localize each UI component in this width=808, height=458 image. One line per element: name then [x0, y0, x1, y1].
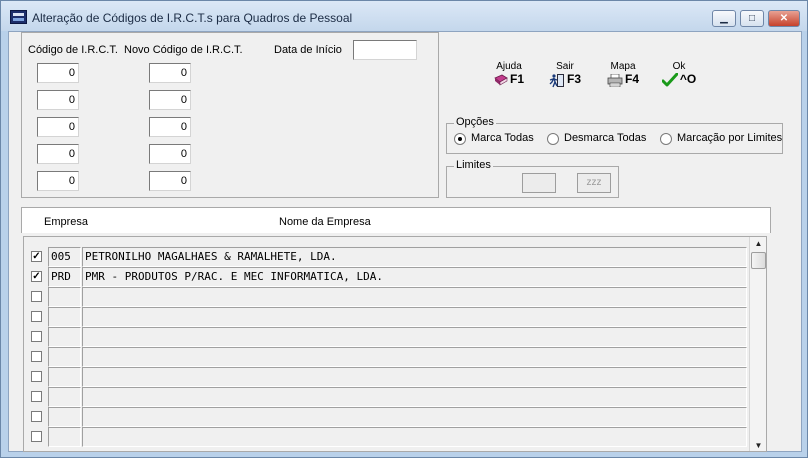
maximize-button[interactable]: □ — [740, 10, 764, 27]
window-title: Alteração de Códigos de I.R.C.T.s para Q… — [32, 11, 353, 25]
exit-label: Sair — [556, 61, 574, 72]
company-name-cell[interactable] — [82, 407, 747, 427]
company-code-cell[interactable] — [48, 287, 81, 307]
row-checkbox[interactable]: ✓ — [31, 251, 42, 262]
start-date-input[interactable] — [353, 40, 417, 60]
row-checkbox[interactable]: ✓ — [31, 271, 42, 282]
map-label: Mapa — [610, 61, 636, 72]
client-area: Código de I.R.C.T. Novo Código de I.R.C.… — [8, 31, 802, 452]
table-row[interactable] — [24, 287, 748, 307]
company-name-cell[interactable] — [82, 327, 747, 347]
checkmark-icon — [661, 73, 678, 87]
title-bar[interactable]: Alteração de Códigos de I.R.C.T.s para Q… — [1, 1, 807, 31]
start-date-label: Data de Início — [274, 44, 342, 56]
help-label: Ajuda — [496, 61, 522, 72]
company-code-cell[interactable] — [48, 387, 81, 407]
current-code-field-3[interactable]: 0 — [37, 117, 79, 137]
limit-from-input[interactable] — [522, 173, 556, 193]
help-key: F1 — [509, 72, 524, 86]
unmark-all-label[interactable]: Desmarca Todas — [564, 132, 646, 144]
company-code-cell[interactable] — [48, 307, 81, 327]
companies-grid-header: Empresa Nome da Empresa — [21, 207, 771, 233]
new-code-field-1[interactable]: 0 — [149, 63, 191, 83]
company-name-cell[interactable]: PETRONILHO MAGALHAES & RAMALHETE, LDA. — [82, 247, 747, 267]
mark-all-label[interactable]: Marca Todas — [471, 132, 534, 144]
company-column-header: Empresa — [44, 216, 89, 228]
close-button[interactable]: ✕ — [768, 10, 800, 27]
current-code-field-5[interactable]: 0 — [37, 171, 79, 191]
ok-label: Ok — [672, 61, 686, 72]
company-code-cell[interactable] — [48, 327, 81, 347]
table-row[interactable] — [24, 387, 748, 407]
company-name-cell[interactable] — [82, 387, 747, 407]
table-row[interactable] — [24, 347, 748, 367]
options-group: Opções Marca Todas Desmarca Todas Marcaç… — [446, 116, 783, 154]
table-row[interactable] — [24, 327, 748, 347]
company-code-cell[interactable]: 005 — [48, 247, 81, 267]
row-checkbox[interactable] — [31, 411, 42, 422]
limit-to-input[interactable]: zzz — [577, 173, 611, 193]
table-row[interactable] — [24, 307, 748, 327]
table-row[interactable]: ✓ PRD PMR - PRODUTOS P/RAC. E MEC INFORM… — [24, 267, 748, 287]
irct-codes-group: Código de I.R.C.T. Novo Código de I.R.C.… — [21, 32, 439, 198]
limits-group: Limites zzz — [446, 159, 619, 198]
mark-all-radio[interactable] — [454, 133, 466, 145]
company-code-cell[interactable] — [48, 427, 81, 447]
mark-by-limits-radio[interactable] — [660, 133, 672, 145]
company-name-column-header: Nome da Empresa — [279, 216, 371, 228]
table-row[interactable]: ✓ 005 PETRONILHO MAGALHAES & RAMALHETE, … — [24, 247, 748, 267]
app-icon — [10, 10, 27, 24]
new-code-field-3[interactable]: 0 — [149, 117, 191, 137]
limits-title: Limites — [454, 159, 493, 171]
company-name-cell[interactable] — [82, 307, 747, 327]
company-code-cell[interactable] — [48, 347, 81, 367]
company-name-cell[interactable]: PMR - PRODUTOS P/RAC. E MEC INFORMATICA,… — [82, 267, 747, 287]
options-title: Opções — [454, 116, 496, 128]
row-checkbox[interactable] — [31, 431, 42, 442]
mark-by-limits-label[interactable]: Marcação por Limites — [677, 132, 782, 144]
table-row[interactable] — [24, 427, 748, 447]
scroll-up-arrow-icon[interactable]: ▲ — [751, 237, 766, 251]
row-checkbox[interactable] — [31, 391, 42, 402]
new-code-field-5[interactable]: 0 — [149, 171, 191, 191]
new-code-field-4[interactable]: 0 — [149, 144, 191, 164]
row-checkbox[interactable] — [31, 311, 42, 322]
company-name-cell[interactable] — [82, 287, 747, 307]
row-checkbox[interactable] — [31, 371, 42, 382]
company-name-cell[interactable] — [82, 427, 747, 447]
map-button[interactable]: Mapa F4 — [601, 61, 645, 95]
new-code-header: Novo Código de I.R.C.T. — [124, 44, 243, 56]
exit-key: F3 — [566, 72, 581, 86]
company-code-cell[interactable] — [48, 407, 81, 427]
printer-icon — [607, 73, 623, 87]
minimize-button[interactable]: ▁ — [712, 10, 736, 27]
map-key: F4 — [624, 72, 639, 86]
scroll-down-arrow-icon[interactable]: ▼ — [751, 439, 766, 451]
current-code-header: Código de I.R.C.T. — [28, 44, 118, 56]
exit-button[interactable]: Sair F3 — [543, 61, 587, 95]
unmark-all-radio[interactable] — [547, 133, 559, 145]
vertical-scrollbar[interactable]: ▲ ▼ — [749, 237, 766, 451]
company-name-cell[interactable] — [82, 367, 747, 387]
companies-grid: ✓ 005 PETRONILHO MAGALHAES & RAMALHETE, … — [23, 236, 767, 452]
company-name-cell[interactable] — [82, 347, 747, 367]
company-code-cell[interactable]: PRD — [48, 267, 81, 287]
main-window: Alteração de Códigos de I.R.C.T.s para Q… — [0, 0, 808, 458]
company-code-cell[interactable] — [48, 367, 81, 387]
scroll-thumb[interactable] — [751, 252, 766, 269]
current-code-field-2[interactable]: 0 — [37, 90, 79, 110]
table-row[interactable] — [24, 367, 748, 387]
exit-door-icon — [549, 73, 564, 87]
table-row[interactable] — [24, 407, 748, 427]
current-code-field-4[interactable]: 0 — [37, 144, 79, 164]
ok-button[interactable]: Ok ^O — [657, 61, 701, 95]
help-button[interactable]: Ajuda F1 — [487, 61, 531, 95]
new-code-field-2[interactable]: 0 — [149, 90, 191, 110]
row-checkbox[interactable] — [31, 351, 42, 362]
help-book-icon — [494, 74, 508, 86]
row-checkbox[interactable] — [31, 331, 42, 342]
ok-key: ^O — [679, 72, 697, 86]
row-checkbox[interactable] — [31, 291, 42, 302]
current-code-field-1[interactable]: 0 — [37, 63, 79, 83]
